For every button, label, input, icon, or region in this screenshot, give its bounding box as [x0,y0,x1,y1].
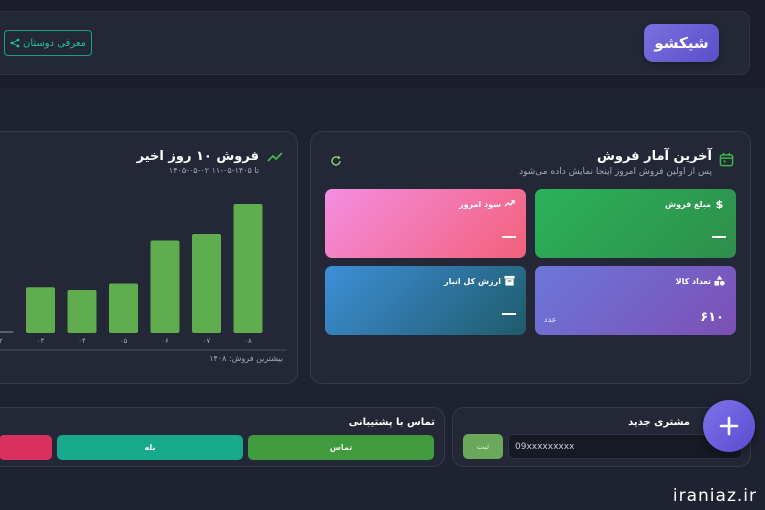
plus-icon [719,416,739,436]
sales-stats-card: آخرین آمار فروش پس از اولین فروش امروز ا… [310,131,751,384]
top-bar: معرفی دوستان شیکشو [0,11,750,75]
chart-tick-label: ۰۵ [120,337,128,345]
stats-subtitle: پس از اولین فروش امروز اینجا نمایش داده … [519,167,712,177]
chart-tick-label: ۰۴ [78,337,86,345]
tile-label: سود امروز [458,200,501,209]
submit-button[interactable]: ثبت [463,434,503,459]
dollar-icon: $ [716,198,724,209]
new-customer-title: مشتری جدید [628,417,690,428]
chart-tick-label: ۰۷ [203,337,211,345]
chart-bar[interactable] [0,331,14,333]
referral-label: معرفی دوستان [22,37,87,49]
svg-text:$: $ [716,198,724,209]
chart-tick-label: ۰۲ [0,337,3,345]
watermark-text: iraniaz.ir [672,486,757,506]
sales-bar-chart: ۰۸ ۰۷ ۰۶ ۰۵ ۰۴ ۰۳ ۰۲ [0,204,287,351]
trend-up-icon [504,200,515,207]
call-button[interactable]: تماس [248,435,434,460]
calendar-icon [719,152,734,167]
shapes-icon [714,275,725,286]
tile-label: تعداد کالا [675,277,711,286]
referral-button[interactable]: معرفی دوستان [4,30,92,56]
archive-icon [504,275,515,286]
share-icon [10,38,20,48]
tile-item-count: تعداد کالا ۶۱۰ عدد [535,266,736,335]
add-button[interactable] [703,400,755,452]
tile-inventory-value: ارزش کل انبار [325,266,526,335]
support-card: تماس با پشتیبانی تماس بله [0,407,445,467]
tile-today-profit: سود امروز [325,189,526,258]
yes-button[interactable]: بله [57,435,243,460]
chart-bar[interactable] [67,289,97,333]
stats-title: آخرین آمار فروش [596,149,712,164]
tile-label: مبلغ فروش [665,200,711,209]
tile-label: ارزش کل انبار [444,277,501,286]
support-title: تماس با پشتیبانی [348,417,435,428]
brand-logo[interactable]: شیکشو [644,24,719,62]
chart-bar[interactable] [109,283,138,333]
support-extra-button[interactable] [0,435,52,460]
chart-bar[interactable] [26,287,55,333]
chart-tick-label: ۰۳ [37,337,45,345]
tile-unit: عدد [544,315,557,324]
chart-bar[interactable] [233,204,263,333]
chart-tick-label: ۰۶ [161,337,169,345]
sales-chart-card: فروش ۱۰ روز اخیر ۱۴۰۵-۰۵-۰۲ تا ۱۴۰۵-۰۵-۱… [0,131,298,384]
tile-value: ۶۱۰ [700,310,724,325]
tile-sales-amount: $ مبلغ فروش [535,189,736,258]
chart-bar[interactable] [192,234,221,333]
chart-bar[interactable] [150,240,180,333]
chart-tick-label: ۰۸ [244,337,252,345]
refresh-icon[interactable] [330,155,342,167]
empty-value-dash [502,236,516,238]
max-sale-label: بیشترین فروش: ۱۴۰۸ [209,354,283,363]
empty-value-dash [502,313,516,315]
empty-value-dash [712,236,726,238]
